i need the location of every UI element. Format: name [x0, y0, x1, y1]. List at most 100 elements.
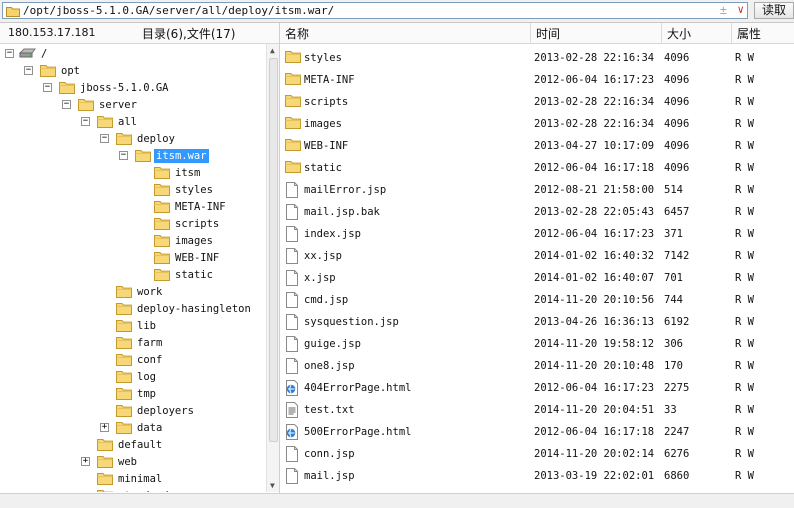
file-row[interactable]: images 2013-02-28 22:16:34 4096 R W — [280, 113, 794, 135]
collapse-icon[interactable]: − — [119, 151, 128, 160]
tree-scrollbar[interactable]: ▲ ▼ — [266, 44, 280, 492]
collapse-icon[interactable]: − — [81, 117, 90, 126]
file-time: 2013-03-19 22:02:01 — [534, 470, 655, 482]
file-row[interactable]: mailError.jsp 2012-08-21 21:58:00 514 R W — [280, 179, 794, 201]
collapse-icon[interactable]: − — [24, 66, 33, 75]
tree-node-label: farm — [137, 337, 163, 349]
file-list-header: 名称 时间 大小 属性 — [280, 23, 794, 44]
file-size: 2275 — [664, 382, 690, 394]
file-icon — [285, 204, 299, 223]
file-row[interactable]: test.txt 2014-11-20 20:04:51 33 R W — [280, 399, 794, 421]
status-strip — [0, 493, 794, 508]
file-name: 404ErrorPage.html — [304, 382, 412, 394]
tree-node-label: / — [41, 48, 48, 60]
file-row[interactable]: guige.jsp 2014-11-20 19:58:12 306 R W — [280, 333, 794, 355]
scroll-up-icon[interactable]: ▲ — [270, 46, 275, 55]
collapse-icon[interactable]: − — [100, 134, 109, 143]
column-size[interactable]: 大小 — [667, 25, 691, 42]
dir-file-summary: 目录(6),文件(17) — [142, 27, 236, 41]
folder-icon — [97, 115, 113, 131]
folder-icon — [154, 200, 170, 216]
file-row[interactable]: META-INF 2012-06-04 16:17:23 4096 R W — [280, 69, 794, 91]
file-row[interactable]: scripts 2013-02-28 22:16:34 4096 R W — [280, 91, 794, 113]
file-attr: R W — [735, 206, 754, 218]
tree-node-label: images — [175, 235, 213, 247]
file-time: 2013-02-28 22:16:34 — [534, 96, 655, 108]
tree-node-label: log — [137, 371, 156, 383]
file-row[interactable]: mail.jsp 2013-03-19 22:02:01 6860 R W — [280, 465, 794, 487]
file-name: index.jsp — [304, 228, 361, 240]
scrollbar-thumb[interactable] — [269, 58, 278, 442]
file-name: META-INF — [304, 74, 355, 86]
plus-minus-icon[interactable]: ± — [720, 3, 727, 17]
file-icon — [285, 248, 299, 267]
file-row[interactable]: sysquestion.jsp 2013-04-26 16:36:13 6192 R … — [280, 311, 794, 333]
column-name[interactable]: 名称 — [285, 25, 309, 42]
folder-icon — [154, 217, 170, 233]
file-row[interactable]: 500ErrorPage.html 2012-06-04 16:17:18 2247… — [280, 421, 794, 443]
html-icon — [285, 380, 299, 399]
file-time: 2014-01-02 16:40:32 — [534, 250, 655, 262]
file-time: 2014-11-20 20:10:56 — [534, 294, 655, 306]
file-name: x.jsp — [304, 272, 336, 284]
file-name: scripts — [304, 96, 349, 108]
file-size: 4096 — [664, 74, 690, 86]
scroll-down-icon[interactable]: ▼ — [270, 481, 275, 490]
file-list: styles 2013-02-28 22:16:34 4096 R W META-INF… — [280, 44, 794, 492]
tree-node-label: static — [175, 269, 213, 281]
file-row[interactable]: mail.jsp.bak 2013-02-28 22:05:43 6457 R W — [280, 201, 794, 223]
file-name: mailError.jsp — [304, 184, 387, 196]
file-row[interactable]: cmd.jsp 2014-11-20 20:10:56 744 R W — [280, 289, 794, 311]
column-attr[interactable]: 属性 — [737, 25, 761, 42]
file-name: test.txt — [304, 404, 355, 416]
column-separator — [530, 23, 531, 43]
file-attr: R W — [735, 448, 754, 460]
file-size: 4096 — [664, 162, 690, 174]
column-time[interactable]: 时间 — [536, 25, 560, 42]
file-row[interactable]: conn.jsp 2014-11-20 20:02:14 6276 R W — [280, 443, 794, 465]
folder-icon — [116, 132, 132, 148]
collapse-icon[interactable]: − — [62, 100, 71, 109]
file-row[interactable]: styles 2013-02-28 22:16:34 4096 R W — [280, 47, 794, 69]
file-name: static — [304, 162, 342, 174]
collapse-icon[interactable]: − — [5, 49, 14, 58]
folder-icon — [116, 285, 132, 301]
folder-open-icon — [135, 149, 151, 165]
file-time: 2014-11-20 20:10:48 — [534, 360, 655, 372]
tree-node-label: default — [118, 439, 163, 451]
tree-node-label: tmp — [137, 388, 156, 400]
file-name: xx.jsp — [304, 250, 342, 262]
file-time: 2014-01-02 16:40:07 — [534, 272, 655, 284]
file-name: styles — [304, 52, 342, 64]
file-row[interactable]: xx.jsp 2014-01-02 16:40:32 7142 R W — [280, 245, 794, 267]
file-size: 7142 — [664, 250, 690, 262]
file-row[interactable]: static 2012-06-04 16:17:18 4096 R W — [280, 157, 794, 179]
file-icon — [285, 270, 299, 289]
path-input[interactable]: /opt/jboss-5.1.0.GA/server/all/deploy/it… — [2, 2, 748, 19]
chevron-down-icon[interactable]: ∨ — [737, 3, 744, 16]
file-size: 306 — [664, 338, 683, 350]
file-row[interactable]: WEB-INF 2013-04-27 10:17:09 4096 R W — [280, 135, 794, 157]
file-attr: R W — [735, 360, 754, 372]
expand-icon[interactable]: + — [100, 423, 109, 432]
file-size: 4096 — [664, 96, 690, 108]
file-row[interactable]: x.jsp 2014-01-02 16:40:07 701 R W — [280, 267, 794, 289]
file-time: 2013-02-28 22:16:34 — [534, 118, 655, 130]
file-attr: R W — [735, 470, 754, 482]
file-size: 4096 — [664, 118, 690, 130]
expand-icon[interactable]: + — [81, 457, 90, 466]
collapse-icon[interactable]: − — [43, 83, 52, 92]
file-attr: R W — [735, 272, 754, 284]
tree-node-label: itsm.war — [154, 149, 209, 163]
folder-icon — [285, 138, 301, 154]
file-row[interactable]: 404ErrorPage.html 2012-06-04 16:17:23 2275… — [280, 377, 794, 399]
tree-node-label: server — [99, 99, 137, 111]
file-name: images — [304, 118, 342, 130]
file-name: WEB-INF — [304, 140, 349, 152]
file-row[interactable]: index.jsp 2012-06-04 16:17:23 371 R W — [280, 223, 794, 245]
tree-node-label: deployers — [137, 405, 194, 417]
file-row[interactable]: one8.jsp 2014-11-20 20:10:48 170 R W — [280, 355, 794, 377]
read-button[interactable]: 读取 — [754, 2, 794, 19]
folder-icon — [116, 319, 132, 335]
file-name: 500ErrorPage.html — [304, 426, 412, 438]
